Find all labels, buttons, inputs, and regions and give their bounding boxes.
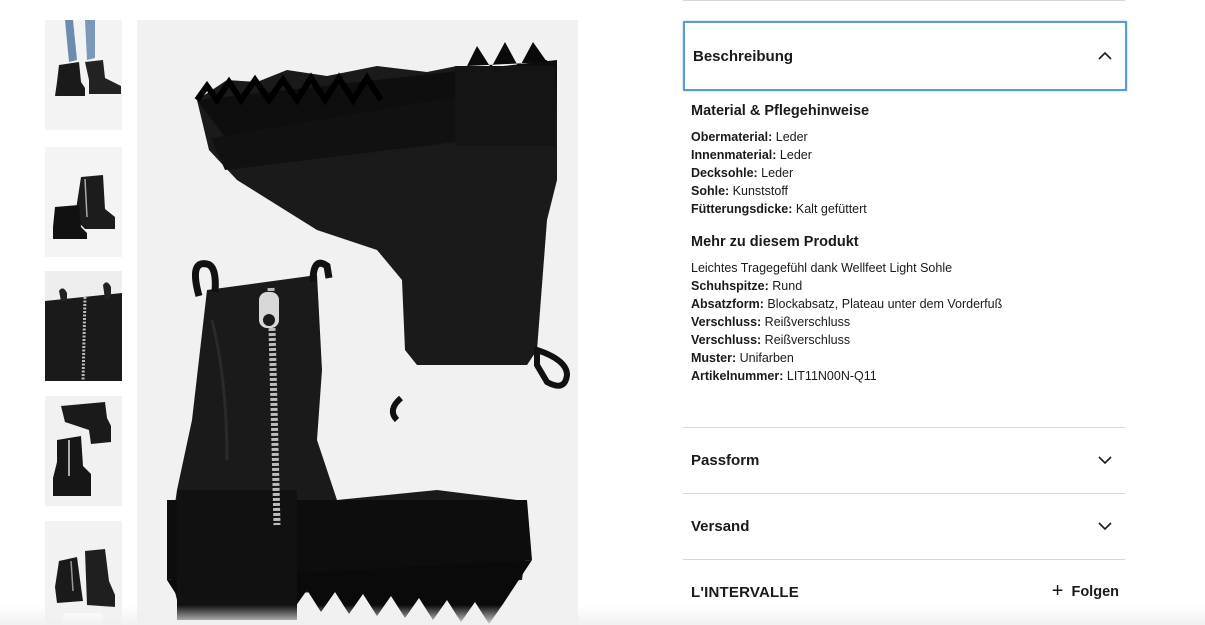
accordion-shipping-title: Versand bbox=[691, 517, 750, 535]
material-row: Fütterungsdicke: Kalt gefüttert bbox=[691, 202, 867, 216]
panel-top-divider bbox=[683, 0, 1125, 1]
accordion-description-header[interactable]: Beschreibung bbox=[683, 21, 1127, 91]
product-detail-row: Artikelnummer: LIT11N00N-Q11 bbox=[691, 369, 877, 383]
product-details-title: Mehr zu diesem Produkt bbox=[691, 234, 859, 250]
accordion-description-title: Beschreibung bbox=[693, 47, 794, 65]
thumb-image bbox=[45, 20, 122, 130]
material-list: Obermaterial: Leder Innenmaterial: Leder… bbox=[691, 128, 1121, 218]
thumb-image bbox=[45, 396, 122, 506]
thumb-boots-worn[interactable] bbox=[45, 20, 122, 130]
divider bbox=[683, 559, 1125, 560]
thumb-boots-pair-top[interactable] bbox=[45, 396, 122, 506]
follow-brand-button[interactable]: + Folgen bbox=[1051, 580, 1119, 602]
accordion-fit-title: Passform bbox=[691, 451, 760, 469]
product-detail-row: Verschluss: Reißverschluss bbox=[691, 315, 851, 329]
material-row: Obermaterial: Leder bbox=[691, 130, 808, 144]
accordion-shipping-header[interactable]: Versand bbox=[683, 494, 1125, 558]
product-detail-row: Absatzform: Blockabsatz, Plateau unter d… bbox=[691, 297, 1003, 311]
follow-label: Folgen bbox=[1071, 584, 1119, 600]
accordion-description-content: Material & Pflegehinweise Obermaterial: … bbox=[691, 103, 1121, 385]
thumb-boots-front[interactable] bbox=[45, 521, 122, 625]
material-row: Decksohle: Leder bbox=[691, 166, 794, 180]
product-detail-row: Muster: Unifarben bbox=[691, 351, 794, 365]
accordion-fit-header[interactable]: Passform bbox=[683, 428, 1125, 492]
material-row: Innenmaterial: Leder bbox=[691, 148, 812, 162]
product-detail-row: Schuhspitze: Rund bbox=[691, 279, 803, 293]
product-detail-row: Verschluss: Reißverschluss bbox=[691, 333, 851, 347]
thumb-scroll-indicator bbox=[63, 613, 103, 625]
material-section-title: Material & Pflegehinweise bbox=[691, 103, 870, 119]
product-details-list: Leichtes Tragegefühl dank Wellfeet Light… bbox=[691, 259, 1121, 385]
thumb-image bbox=[45, 147, 122, 257]
thumb-image bbox=[45, 521, 122, 625]
product-intro: Leichtes Tragegefühl dank Wellfeet Light… bbox=[691, 261, 953, 275]
brand-row: L'INTERVALLE + Folgen bbox=[683, 575, 1125, 609]
thumb-boot-zipper-detail[interactable] bbox=[45, 271, 122, 381]
chevron-up-icon bbox=[1098, 51, 1112, 60]
main-product-image[interactable] bbox=[137, 20, 578, 625]
boots-illustration bbox=[137, 20, 578, 625]
chevron-down-icon bbox=[1098, 456, 1112, 465]
chevron-down-icon bbox=[1098, 522, 1112, 531]
brand-name[interactable]: L'INTERVALLE bbox=[691, 584, 799, 601]
plus-icon: + bbox=[1051, 580, 1064, 602]
material-row: Sohle: Kunststoff bbox=[691, 184, 789, 198]
thumb-image bbox=[45, 271, 122, 381]
thumb-boot-side[interactable] bbox=[45, 147, 122, 257]
